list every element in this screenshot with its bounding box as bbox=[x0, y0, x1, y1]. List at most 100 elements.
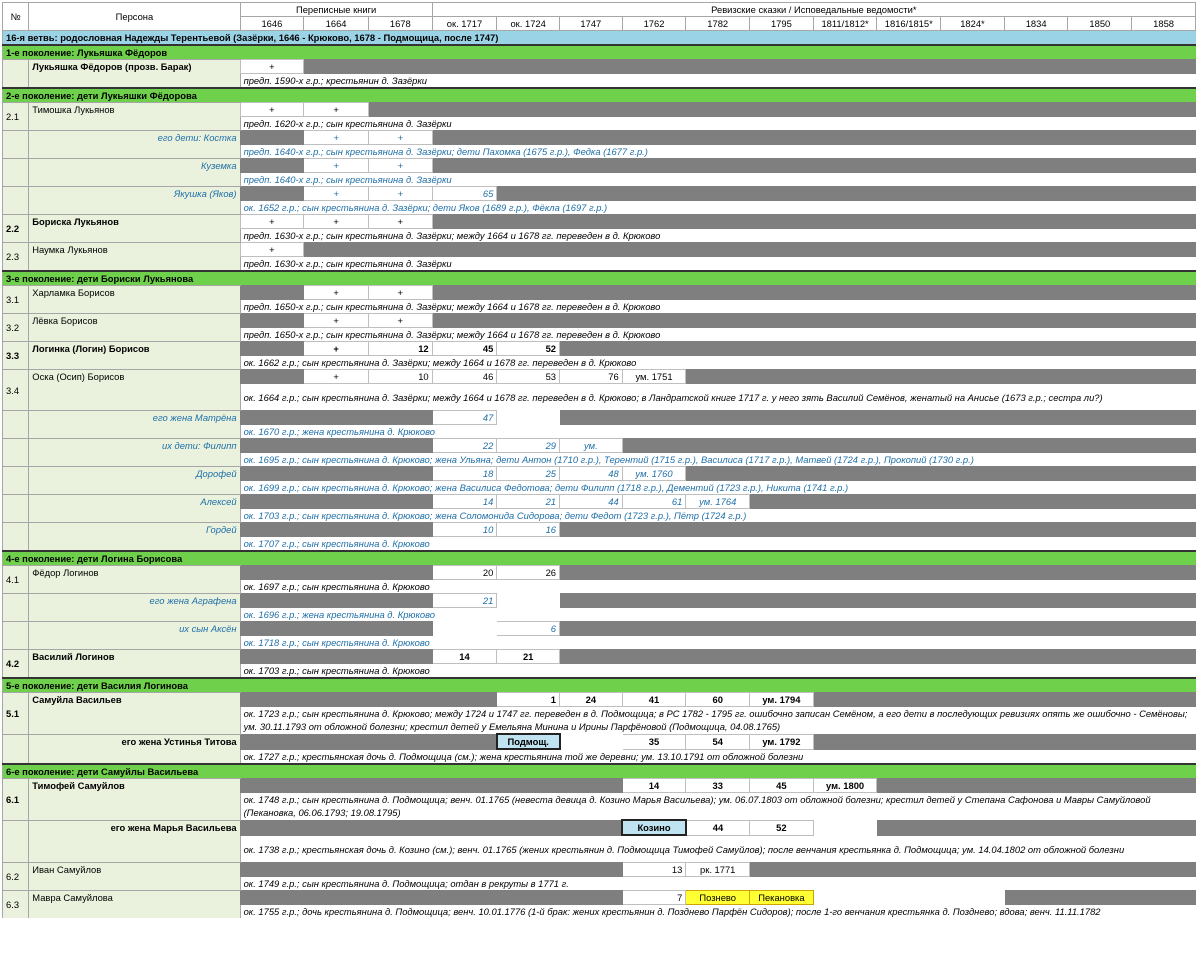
person-number bbox=[1, 158, 29, 187]
person-number bbox=[1, 819, 29, 863]
census-empty bbox=[876, 565, 942, 580]
census-value: + bbox=[303, 102, 369, 117]
census-empty bbox=[812, 102, 878, 117]
census-empty bbox=[812, 862, 878, 877]
note-spacer bbox=[28, 792, 241, 820]
census-empty bbox=[367, 410, 433, 425]
census-empty bbox=[559, 130, 623, 145]
census-empty bbox=[940, 130, 1005, 145]
year-header: 1762 bbox=[621, 16, 687, 31]
year-header: 1795 bbox=[749, 16, 814, 31]
census-empty bbox=[1067, 102, 1133, 117]
person-number bbox=[1, 186, 29, 215]
person-note: предп. 1650-х г.р.; сын крестьянина д. З… bbox=[239, 299, 1196, 314]
note-row: ок. 1697 г.р.; сын крестьянина д. Крюков… bbox=[3, 579, 1196, 594]
person-name: Лёвка Борисов bbox=[28, 313, 241, 328]
census-empty bbox=[940, 102, 1005, 117]
note-row: ок. 1707 г.р.; сын крестьянина д. Крюков… bbox=[3, 536, 1196, 551]
census-empty bbox=[367, 692, 433, 707]
census-value: 14 bbox=[621, 778, 687, 793]
person-name: их сын Аксён bbox=[28, 621, 241, 636]
generation-row: 6-е поколение: дети Самуйлы Васильева bbox=[2, 763, 1196, 779]
generation-title: 4-е поколение: дети Логина Борисова bbox=[2, 550, 1196, 566]
col-no-header: № bbox=[1, 2, 30, 31]
note-row: ок. 1662 г.р.; сын крестьянина д. Зазёрк… bbox=[3, 355, 1196, 370]
census-empty bbox=[1003, 819, 1069, 836]
person-row: Дорофей 18 25 48 ум. 1760 bbox=[1, 466, 1196, 495]
person-name: Бориска Лукьянов bbox=[28, 214, 241, 229]
census-value: 76 bbox=[559, 369, 623, 384]
census-empty bbox=[812, 466, 878, 481]
person-row: 3.2 Лёвка Борисов + + bbox=[1, 313, 1196, 342]
note-spacer bbox=[28, 144, 241, 159]
census-value: + bbox=[239, 214, 305, 229]
census-empty bbox=[367, 819, 433, 836]
census-value: + bbox=[239, 242, 305, 257]
census-empty bbox=[1067, 890, 1133, 905]
note-row: ок. 1749 г.р.; сын крестьянина д. Подмощ… bbox=[3, 876, 1196, 891]
person-note: ок. 1699 г.р.; сын крестьянина д. Крюков… bbox=[239, 480, 1196, 495]
census-empty bbox=[685, 158, 751, 173]
census-empty bbox=[812, 341, 878, 356]
note-row: предп. 1630-х г.р.; сын крестьянина д. З… bbox=[3, 228, 1196, 243]
census-empty bbox=[1003, 214, 1069, 229]
census-empty bbox=[940, 341, 1005, 356]
person-note: ок. 1670 г.р.; жена крестьянина д. Крюко… bbox=[239, 424, 1196, 439]
census-empty bbox=[1131, 186, 1196, 201]
census-empty bbox=[1131, 102, 1196, 117]
census-empty bbox=[1003, 410, 1069, 425]
census-value: 45 bbox=[749, 778, 814, 793]
census-empty bbox=[621, 214, 687, 229]
census-empty bbox=[621, 285, 687, 300]
census-value: + bbox=[367, 285, 433, 300]
census-empty bbox=[559, 59, 623, 74]
census-empty bbox=[239, 621, 305, 636]
year-header: 1811/1812* bbox=[812, 16, 878, 31]
census-empty bbox=[685, 369, 751, 384]
person-row: Лукьяшка Фёдоров (прозв. Барак) + bbox=[1, 59, 1196, 88]
census-empty bbox=[621, 649, 687, 664]
census-empty bbox=[1131, 649, 1196, 664]
census-value: Козино bbox=[621, 819, 687, 836]
census-empty bbox=[812, 369, 878, 384]
census-empty bbox=[749, 313, 814, 328]
note-spacer bbox=[28, 327, 241, 342]
census-empty bbox=[1067, 778, 1133, 793]
year-header: ок. 1724 bbox=[496, 16, 560, 31]
census-empty bbox=[239, 819, 305, 836]
note-spacer bbox=[28, 508, 241, 523]
census-empty bbox=[940, 410, 1005, 425]
note-spacer bbox=[28, 452, 241, 467]
census-empty bbox=[303, 565, 369, 580]
census-empty bbox=[367, 778, 433, 793]
census-empty bbox=[1003, 466, 1069, 481]
census-value: 21 bbox=[496, 649, 560, 664]
census-empty bbox=[940, 565, 1005, 580]
note-spacer bbox=[28, 536, 241, 551]
census-empty bbox=[1067, 593, 1133, 608]
census-value: 10 bbox=[367, 369, 433, 384]
census-empty bbox=[749, 621, 814, 636]
person-row: его дети: Костка + + bbox=[1, 130, 1196, 159]
census-empty bbox=[812, 59, 878, 74]
census-empty bbox=[1003, 733, 1069, 750]
census-empty bbox=[876, 438, 942, 453]
branch-title: 16-я ветвь: родословная Надежды Терентье… bbox=[2, 30, 1196, 45]
col-persona-header: Персона bbox=[28, 2, 241, 31]
header-row: № Персона Переписные книги Ревизские сказки… bbox=[1, 2, 1197, 31]
person-name: его жена Матрёна bbox=[28, 410, 241, 425]
person-number: 3.3 bbox=[1, 341, 29, 370]
person-row: 3.1 Харламка Борисов + + bbox=[1, 285, 1196, 314]
census-empty bbox=[1003, 593, 1069, 608]
census-empty bbox=[559, 890, 623, 905]
person-row: их сын Аксён 6 bbox=[1, 621, 1196, 650]
person-number: 6.2 bbox=[1, 862, 29, 891]
year-header: 1858 bbox=[1131, 16, 1196, 31]
census-empty bbox=[559, 313, 623, 328]
census-empty bbox=[1067, 649, 1133, 664]
note-row: ок. 1652 г.р.; сын крестьянина д. Зазёрк… bbox=[3, 200, 1196, 215]
person-note: ок. 1697 г.р.; сын крестьянина д. Крюков… bbox=[239, 579, 1196, 594]
person-note: ок. 1718 г.р.; сын крестьянина д. Крюков… bbox=[239, 635, 1196, 650]
person-number: 4.2 bbox=[1, 649, 29, 678]
census-empty bbox=[940, 649, 1005, 664]
